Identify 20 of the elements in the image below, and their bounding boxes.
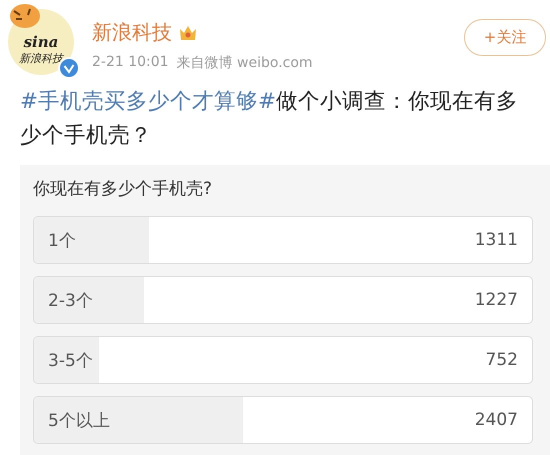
vote-count: 2407 [474,410,518,430]
option-label: 2-3个 [48,290,93,312]
poll-option[interactable]: 5个以上 2407 [33,396,533,444]
logo-text: sina [24,32,58,50]
option-label: 5个以上 [48,410,110,432]
poll-option[interactable]: 3-5个 752 [33,336,533,384]
option-label: 3-5个 [48,350,93,372]
poll-question: 你现在有多少个手机壳? [33,178,214,200]
poll-option[interactable]: 2-3个 1227 [33,276,533,324]
post-text: #手机壳买多少个才算够#做个小调查：你现在有多少个手机壳？ [20,88,520,150]
vote-count: 752 [486,350,518,370]
hashtag-link[interactable]: #手机壳买多少个才算够# [20,89,276,114]
vote-count: 1311 [474,230,518,250]
vote-count: 1227 [474,290,518,310]
poll-option[interactable]: 1个 1311 [33,216,533,264]
crown-icon [178,24,198,42]
option-label: 1个 [48,230,76,252]
post-source: 来自微博 weibo.com [176,54,313,72]
post-time: 2-21 10:01 [92,54,169,72]
avatar-caption: 新浪科技 [19,50,63,66]
